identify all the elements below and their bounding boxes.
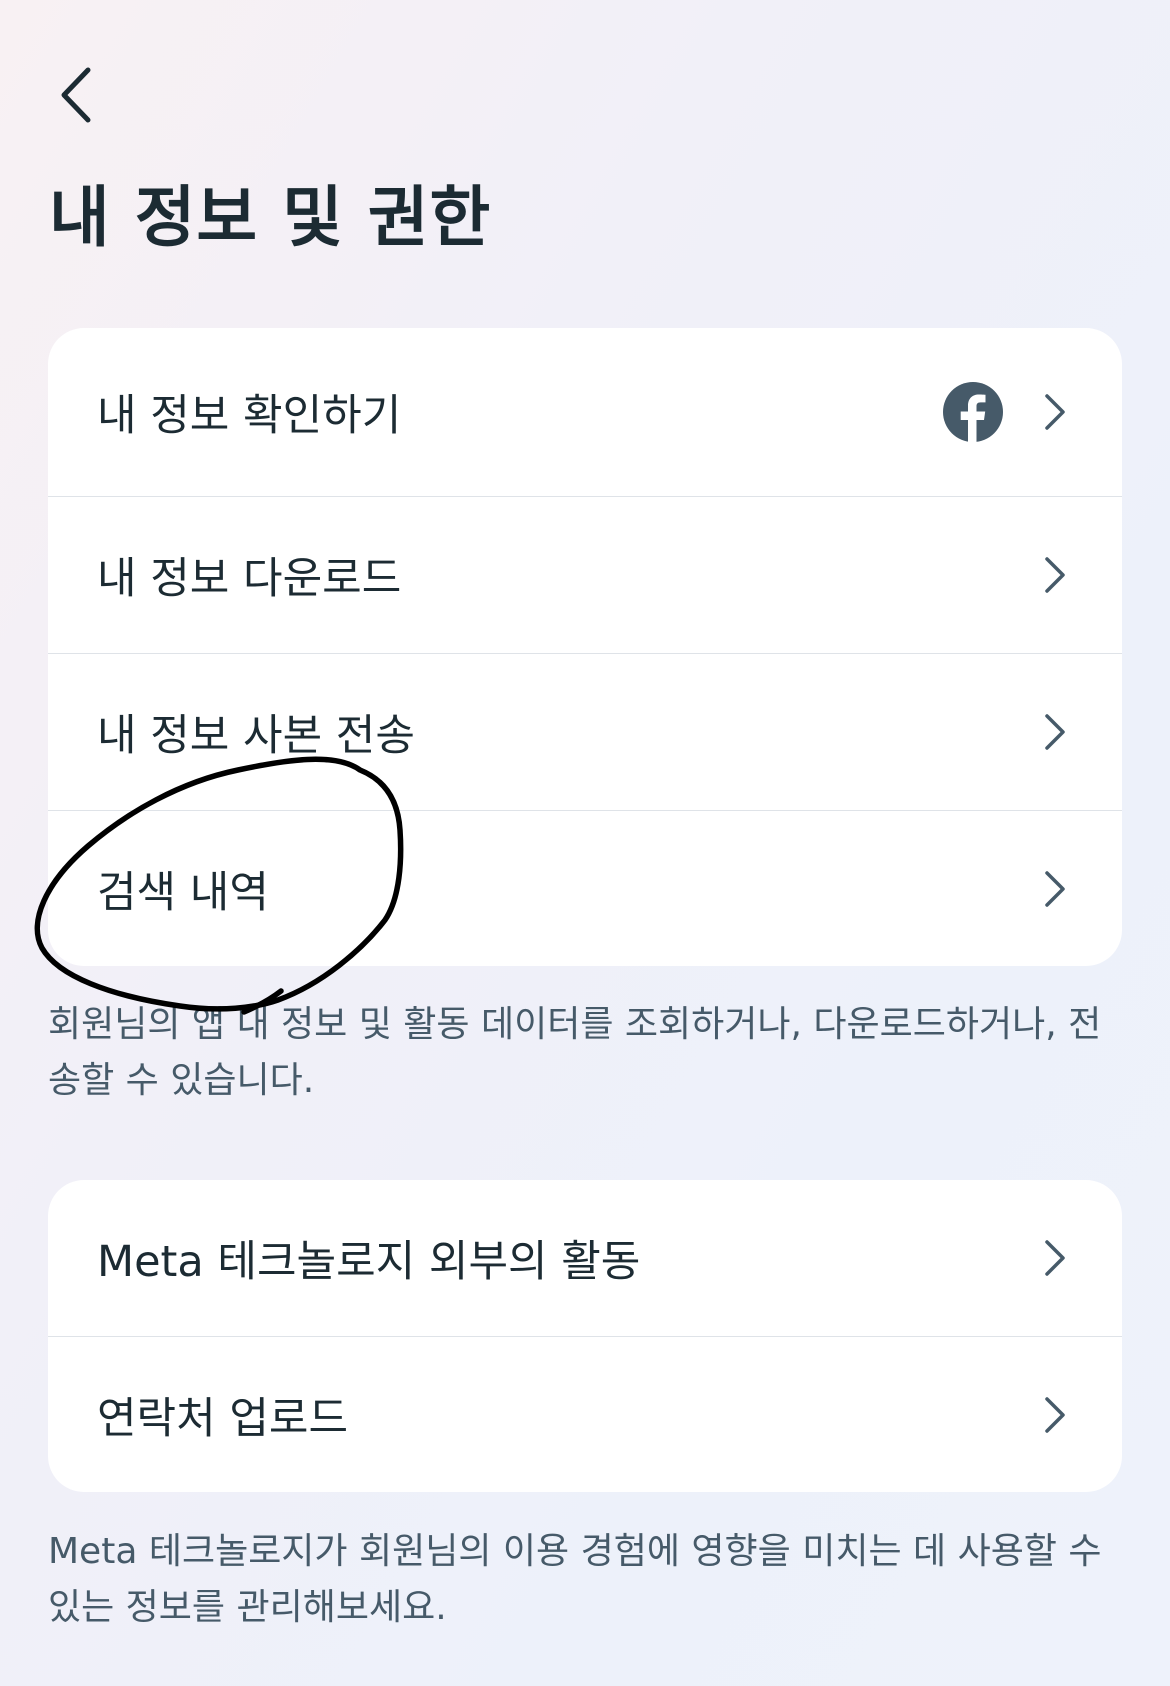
row-label: 연락처 업로드 xyxy=(97,1393,349,1444)
activity-card: Meta 테크놀로지 외부의 활동 연락처 업로드 xyxy=(48,1180,1122,1492)
row-label: 내 정보 사본 전송 xyxy=(97,711,415,761)
facebook-icon xyxy=(943,382,1003,443)
section-1-description: 회원님의 앱 내 정보 및 활동 데이터를 조회하거나, 다운로드하거나, 전송… xyxy=(48,1004,1102,1101)
info-card: 내 정보 확인하기 내 정보 다운로드 내 정보 사본 전송 검색 내역 xyxy=(48,328,1122,966)
row-transfer-copy[interactable]: 내 정보 사본 전송 xyxy=(48,653,1122,810)
row-label: 검색 내역 xyxy=(97,867,269,918)
page-title: 내 정보 및 권한 xyxy=(49,179,492,256)
row-upload-contacts[interactable]: 연락처 업로드 xyxy=(48,1336,1122,1492)
chevron-right-icon xyxy=(1042,392,1068,432)
section-2-description: Meta 테크놀로지가 회원님의 이용 경험에 영향을 미치는 데 사용할 수 … xyxy=(48,1531,1102,1628)
row-search-history[interactable]: 검색 내역 xyxy=(48,810,1122,966)
row-download-information[interactable]: 내 정보 다운로드 xyxy=(48,496,1122,653)
chevron-right-icon xyxy=(1042,712,1068,752)
chevron-left-icon xyxy=(61,67,91,123)
row-label: 내 정보 다운로드 xyxy=(97,554,402,604)
chevron-right-icon xyxy=(1042,869,1068,909)
row-label: Meta 테크놀로지 외부의 활동 xyxy=(97,1237,641,1287)
chevron-right-icon xyxy=(1042,1238,1068,1278)
chevron-right-icon xyxy=(1042,555,1068,595)
screen: 내 정보 및 권한 내 정보 확인하기 내 정보 다운로드 내 정보 사본 전송 xyxy=(0,0,1170,1686)
row-label: 내 정보 확인하기 xyxy=(97,391,402,441)
back-button[interactable] xyxy=(48,58,104,132)
row-view-information[interactable]: 내 정보 확인하기 xyxy=(48,328,1122,496)
row-off-meta-activity[interactable]: Meta 테크놀로지 외부의 활동 xyxy=(48,1180,1122,1336)
chevron-right-icon xyxy=(1042,1395,1068,1435)
